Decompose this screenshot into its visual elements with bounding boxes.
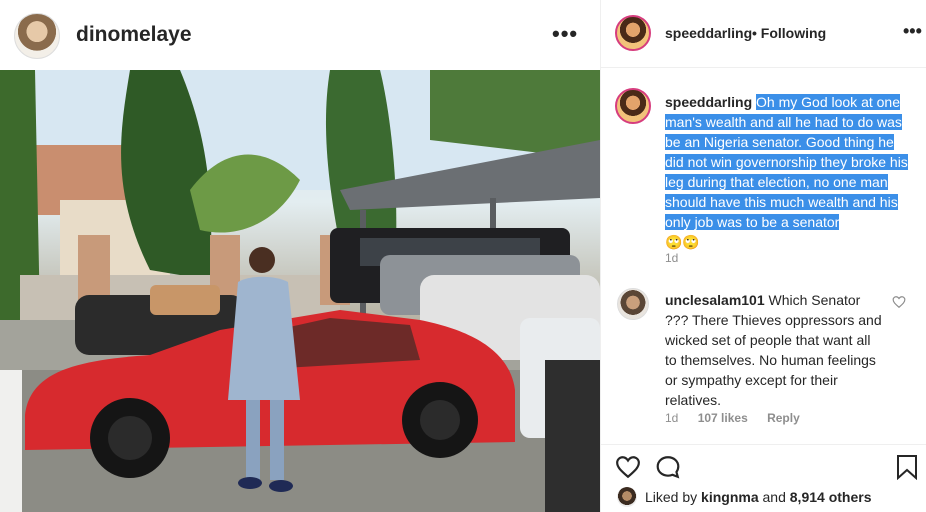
caption: speeddarling Oh my God look at one man's… [665,92,915,252]
comment-likes[interactable]: 107 likes [698,411,748,425]
panel-header: speeddarling • Following ••• [601,0,926,68]
liked-by-conj: and [762,489,786,505]
comment-meta: 1d 107 likes Reply [665,411,816,425]
more-options-icon[interactable]: ••• [552,21,578,47]
caption-username[interactable]: speeddarling [665,94,752,110]
more-options-icon[interactable]: ••• [903,21,922,42]
like-comment-heart-icon[interactable] [892,295,906,309]
follow-status[interactable]: • Following [752,25,826,41]
reply-button[interactable]: Reply [767,411,800,425]
caption-emoji: 🙄🙄 [665,234,700,250]
caption-text: Oh my God look at one man's wealth and a… [665,94,908,230]
save-bookmark-icon[interactable] [895,454,919,480]
comment-timestamp[interactable]: 1d [665,411,678,425]
author-username[interactable]: dinomelaye [76,23,192,47]
liked-by-row: Liked by kingnma and 8,914 others [617,487,917,509]
liker-username[interactable]: kingnma [701,489,759,505]
action-bar [601,444,926,484]
liked-by-others[interactable]: 8,914 others [790,489,872,505]
caption-avatar[interactable] [615,88,651,124]
poster-username[interactable]: speeddarling [665,25,752,41]
post-header: dinomelaye ••• [0,0,600,70]
post-side-panel: speeddarling • Following ••• speeddarlin… [600,0,926,512]
commenter-avatar[interactable] [617,288,649,320]
like-heart-icon[interactable] [615,454,641,480]
photo-scene [0,70,600,512]
comment: unclesalam101 Which Senator ??? There Th… [665,290,885,410]
caption-timestamp[interactable]: 1d [665,251,678,265]
author-avatar[interactable] [14,13,60,59]
commenter-username[interactable]: unclesalam101 [665,292,765,308]
liked-by-prefix: Liked by [645,489,698,505]
separator-dot: • [752,25,757,41]
comment-text: Which Senator ??? There Thieves oppresso… [665,292,882,408]
liked-by-text: Liked by kingnma and 8,914 others [645,489,871,505]
following-label[interactable]: Following [761,25,826,41]
comment-bubble-icon[interactable] [655,454,681,480]
post-photo[interactable] [0,70,600,512]
poster-avatar[interactable] [615,15,651,51]
liker-avatar[interactable] [617,487,637,507]
